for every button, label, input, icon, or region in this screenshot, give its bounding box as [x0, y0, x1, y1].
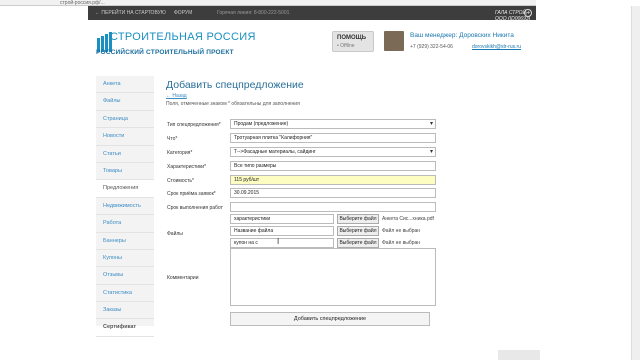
sidebar-item-page[interactable]: Страница — [96, 111, 154, 129]
sidebar-item-banners[interactable]: Баннеры — [96, 233, 154, 250]
price-label: Стоимость* — [167, 178, 194, 184]
manager-phone: +7 (929) 322-54-06 — [410, 44, 453, 50]
help-button[interactable]: ПОМОЩЬ • Offline — [332, 31, 374, 52]
top-strip: ← ПЕРЕЙТИ НА СТАРТОВУЮ ФОРУМ Горячая лин… — [88, 6, 536, 22]
page-scrollbar[interactable] — [631, 6, 640, 360]
comments-textarea[interactable] — [230, 248, 436, 306]
sidebar-item-statistics[interactable]: Статистика — [96, 285, 154, 303]
price-input[interactable]: 115 руб/шт — [230, 175, 436, 185]
category-select[interactable]: Т-->Фасадные материалы, сайдинг — [230, 147, 436, 157]
sidebar-item-products[interactable]: Товары — [96, 163, 154, 181]
deadline-label: Срок приёма заявок* — [167, 191, 216, 197]
help-status: • Offline — [337, 43, 355, 49]
work-term-label: Срок выполнения работ — [167, 205, 223, 211]
file-name-input[interactable]: купон на с — [230, 238, 334, 248]
manager-avatar — [384, 31, 404, 51]
logo-subtitle: РОССИЙСКИЙ СТРОИТЕЛЬНЫЙ ПРОЕКТ — [96, 49, 234, 56]
manager-email[interactable]: dorovskikh@str-rus.ru — [472, 44, 521, 50]
sidebar-item-realty[interactable]: Недвижимость — [96, 198, 154, 216]
video-controls-fragment — [498, 350, 540, 360]
hotline-text: Горячая линия: 8-800-222-5001 — [217, 10, 290, 16]
submit-offer-button[interactable]: Добавить спецпредложение — [230, 312, 430, 326]
specs-input[interactable]: Все типо размеры — [230, 161, 436, 171]
sidebar-item-offers[interactable]: Предложения — [96, 180, 154, 198]
exit-icon[interactable]: ➜ — [524, 9, 532, 17]
sidebar-item-orders[interactable]: Заказы — [96, 302, 154, 320]
sidebar-item-news[interactable]: Новости — [96, 128, 154, 146]
site-header: СТРОИТЕЛЬНАЯ РОССИЯ РОССИЙСКИЙ СТРОИТЕЛЬ… — [88, 20, 536, 70]
choose-file-button[interactable]: Выберите файл — [337, 214, 379, 224]
page-left-margin — [0, 6, 88, 360]
forum-link[interactable]: ФОРУМ — [174, 10, 192, 16]
type-select[interactable]: Продам (предложение) — [230, 119, 436, 129]
sidebar-item-coupons[interactable]: Купоны — [96, 250, 154, 268]
category-label: Категория* — [167, 150, 193, 156]
logo-title[interactable]: СТРОИТЕЛЬНАЯ РОССИЯ — [110, 31, 256, 43]
comments-label: Комментарии — [167, 275, 199, 281]
sidebar-item-jobs[interactable]: Работа — [96, 215, 154, 233]
account-sidebar: Анкета Файлы Страница Новости Статьи Тов… — [96, 76, 154, 337]
offer-form: Добавить спецпредложение ← Назад Поля, о… — [166, 76, 448, 332]
manager-name[interactable]: Ваш менеджер: Доровских Никита — [410, 32, 514, 39]
file-status: Файл не выбран — [382, 240, 421, 246]
back-to-start-link[interactable]: ← ПЕРЕЙТИ НА СТАРТОВУЮ — [95, 10, 166, 16]
choose-file-button[interactable]: Выберите файл — [337, 238, 379, 248]
file-status: Анкета Сис...хника.pdf — [382, 216, 434, 222]
what-input[interactable]: Тротуарная плитка "Калифорния" — [230, 133, 436, 143]
what-label: Что* — [167, 136, 178, 142]
help-label: ПОМОЩЬ — [337, 35, 367, 41]
files-label: Файлы — [167, 231, 183, 237]
file-name-input[interactable]: Название файла — [230, 226, 334, 236]
page-title: Добавить спецпредложение — [166, 79, 304, 91]
type-label: Тип спецпредложения* — [167, 122, 221, 128]
specs-label: Характеристики* — [167, 164, 207, 170]
sidebar-item-articles[interactable]: Статьи — [96, 146, 154, 163]
work-term-input[interactable] — [230, 202, 436, 212]
sidebar-item-certificate[interactable]: Сертификат — [96, 319, 154, 337]
back-link[interactable]: ← Назад — [166, 93, 187, 99]
page-right-margin — [536, 0, 640, 360]
sidebar-item-files[interactable]: Файлы — [96, 93, 154, 111]
text-cursor-icon: I — [277, 237, 280, 246]
file-status: Файл не выбран — [382, 228, 421, 234]
file-name-input[interactable]: характеристики — [230, 214, 334, 224]
required-note: Поля, отмеченные знаком * обязательны дл… — [166, 101, 300, 107]
sidebar-item-profile[interactable]: Анкета — [96, 76, 154, 94]
choose-file-button[interactable]: Выберите файл — [337, 226, 379, 236]
sidebar-item-reviews[interactable]: Отзывы — [96, 267, 154, 285]
deadline-input[interactable]: 30.09.2015 — [230, 188, 436, 198]
